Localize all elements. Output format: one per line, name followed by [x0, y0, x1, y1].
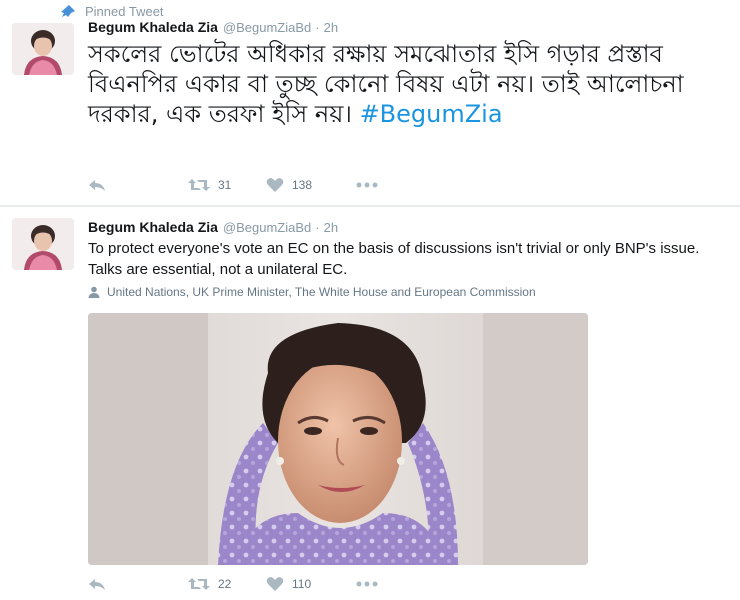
user-handle[interactable]: @BegumZiaBd	[223, 20, 311, 35]
tweet-text: সকলের ভোটের অধিকার রক্ষায় সমঝোতার ইসি গ…	[88, 39, 728, 129]
tweet[interactable]: Begum Khaleda Zia @BegumZiaBd · 2h To pr…	[0, 208, 740, 600]
tweet-actions: 22 110	[88, 574, 378, 594]
avatar[interactable]	[12, 218, 74, 270]
avatar-image	[12, 23, 74, 75]
like-count: 138	[292, 178, 313, 192]
separator-dot: ·	[315, 20, 320, 35]
tagged-users-label[interactable]: United Nations, UK Prime Minister, The W…	[107, 285, 536, 299]
heart-icon	[266, 178, 284, 192]
display-name[interactable]: Begum Khaleda Zia	[88, 219, 218, 235]
more-button[interactable]	[356, 581, 378, 587]
retweet-button[interactable]: 31	[188, 178, 266, 192]
heart-icon	[266, 577, 284, 591]
like-button[interactable]: 110	[266, 576, 356, 592]
like-button[interactable]: 138	[266, 177, 356, 193]
retweet-button[interactable]: 22	[188, 577, 266, 591]
more-button[interactable]	[356, 182, 378, 188]
tweet[interactable]: Begum Khaleda Zia @BegumZiaBd · 2h সকলের…	[0, 19, 740, 207]
hashtag-link[interactable]: #BegumZia	[360, 100, 503, 128]
reply-button[interactable]	[88, 577, 188, 591]
retweet-count: 31	[218, 178, 232, 192]
user-handle[interactable]: @BegumZiaBd	[223, 220, 311, 235]
timestamp[interactable]: 2h	[324, 20, 338, 35]
tweet-divider	[0, 205, 740, 207]
display-name[interactable]: Begum Khaleda Zia	[88, 19, 218, 35]
like-count: 110	[292, 577, 312, 591]
separator-dot: ·	[315, 220, 320, 235]
person-icon	[88, 286, 100, 298]
tweet-header: Begum Khaleda Zia @BegumZiaBd · 2h	[88, 19, 338, 35]
tweet-photo[interactable]	[88, 313, 588, 565]
avatar-image	[12, 218, 74, 270]
tweet-text: To protect everyone's vote an EC on the …	[88, 240, 700, 278]
pinned-label: Pinned Tweet	[85, 3, 164, 19]
tweet-header: Begum Khaleda Zia @BegumZiaBd · 2h	[88, 219, 338, 235]
avatar[interactable]	[12, 23, 74, 75]
reply-button[interactable]	[88, 178, 188, 192]
portrait-photo	[88, 313, 588, 565]
pinned-tweet-indicator: Pinned Tweet	[60, 3, 164, 19]
more-icon	[356, 182, 378, 188]
tagged-users[interactable]: United Nations, UK Prime Minister, The W…	[88, 285, 536, 299]
pin-icon	[61, 5, 75, 17]
timestamp[interactable]: 2h	[324, 220, 338, 235]
retweet-icon	[188, 578, 210, 590]
reply-icon	[89, 579, 105, 590]
tweet-actions: 31 138	[88, 175, 378, 195]
retweet-count: 22	[218, 577, 232, 591]
retweet-icon	[188, 179, 210, 191]
reply-icon	[89, 180, 105, 191]
more-icon	[356, 581, 378, 587]
